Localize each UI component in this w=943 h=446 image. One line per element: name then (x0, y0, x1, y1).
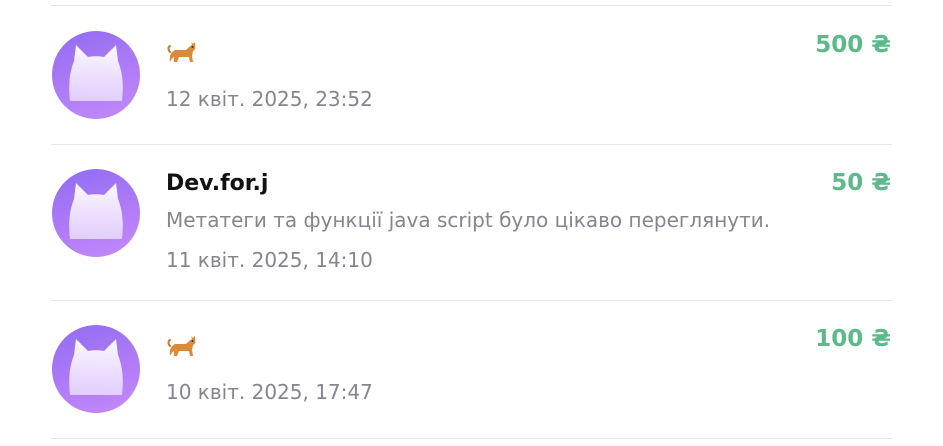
cat-face-icon (52, 169, 140, 257)
donation-time: 10 квіт. 2025, 17:47 (166, 380, 373, 404)
donation-item: Dev.for.j Метатеги та функції java scrip… (0, 145, 943, 300)
cat-face-icon (52, 31, 140, 119)
donation-time: 12 квіт. 2025, 23:52 (166, 87, 373, 111)
divider (51, 438, 892, 439)
donation-item: 10 квіт. 2025, 17:47 100 ₴ (0, 301, 943, 438)
cat-emoji-icon (166, 38, 198, 68)
donations-list: 12 квіт. 2025, 23:52 500 ₴ Dev.for.j Мет… (0, 0, 943, 446)
donation-message: Метатеги та функції java script було цік… (166, 208, 771, 232)
cat-emoji-icon (166, 332, 198, 362)
donation-amount: 50 ₴ (831, 170, 891, 196)
donation-time: 11 квіт. 2025, 14:10 (166, 248, 373, 272)
donation-item: 12 квіт. 2025, 23:52 500 ₴ (0, 6, 943, 144)
donation-amount: 500 ₴ (815, 32, 891, 58)
donor-name: Dev.for.j (166, 171, 269, 196)
donation-amount: 100 ₴ (815, 326, 891, 352)
cat-face-icon (52, 325, 140, 413)
